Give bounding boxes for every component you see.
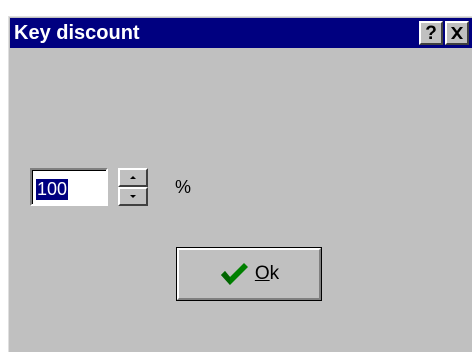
discount-value: 100 — [36, 179, 69, 200]
arrow-down-icon — [130, 195, 136, 198]
spin-down-button[interactable] — [118, 187, 148, 206]
percent-label: % — [175, 177, 192, 197]
close-button[interactable] — [445, 21, 469, 45]
spin-up-button[interactable] — [118, 168, 148, 187]
discount-input[interactable]: 100 — [30, 168, 108, 206]
ok-mnemonic: O — [254, 263, 270, 284]
ok-label: Ok — [255, 263, 279, 285]
close-icon — [451, 27, 463, 39]
help-icon: ? — [425, 22, 437, 44]
title-bar[interactable]: Key discount ? — [10, 18, 472, 48]
ok-label-rest: k — [269, 263, 280, 284]
ok-button[interactable]: Ok — [176, 247, 322, 301]
window-title: Key discount — [14, 22, 140, 44]
key-discount-dialog: Key discount ? 100 % Ok — [8, 16, 472, 352]
discount-spinner — [118, 168, 148, 206]
help-button[interactable]: ? — [419, 21, 443, 45]
checkmark-icon — [220, 263, 248, 285]
arrow-up-icon — [130, 176, 136, 179]
